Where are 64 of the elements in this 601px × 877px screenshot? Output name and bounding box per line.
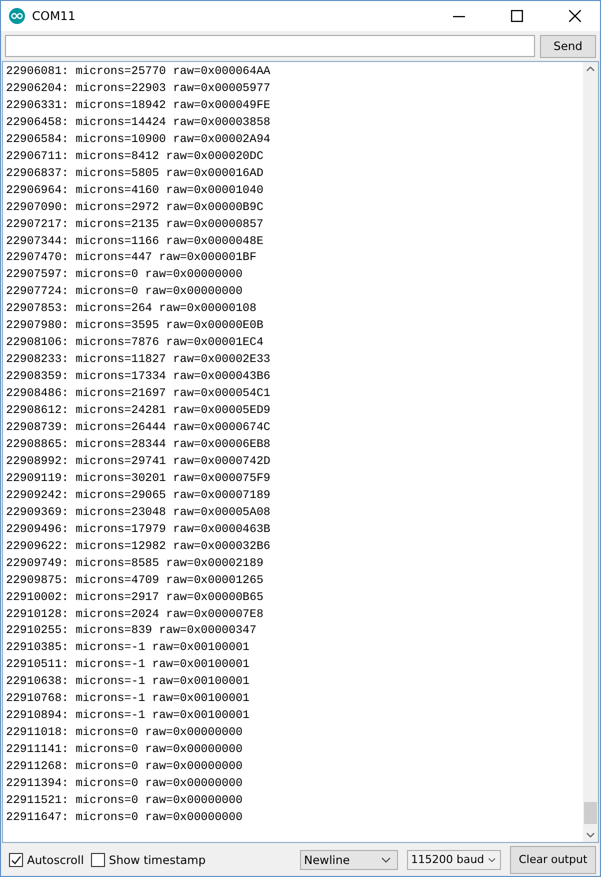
output-line: 22910128: microns=2024 raw=0x000007E8 — [6, 606, 264, 622]
checkbox-label: Autoscroll — [27, 852, 84, 866]
output-line: 22911521: microns=0 raw=0x00000000 — [6, 792, 244, 809]
clear-output-button[interactable]: Clear output — [510, 846, 596, 874]
checkbox[interactable] — [9, 852, 23, 866]
output-line: 22907090: microns=2972 raw=0x00000B9C — [6, 200, 264, 216]
output-line: 22906331: microns=18942 raw=0x000049FE — [6, 98, 272, 114]
output-line: 22906837: microns=5805 raw=0x000016AD — [6, 166, 264, 182]
output-line: 22907853: microns=264 raw=0x00000108 — [6, 301, 258, 318]
output-line: 22909369: microns=23048 raw=0x00005A08 — [6, 504, 272, 521]
checkbox[interactable] — [90, 852, 105, 866]
maximize-icon[interactable] — [511, 10, 523, 22]
output-line: 22908486: microns=21697 raw=0x000054C1 — [6, 386, 272, 402]
output-line: 22909622: microns=12982 raw=0x000032B6 — [6, 538, 272, 555]
output-line: 22906081: microns=25770 raw=0x000064AA — [6, 64, 272, 80]
output-line: 22909875: microns=4709 raw=0x00001265 — [6, 572, 264, 589]
output-line: 22911394: microns=0 raw=0x00000000 — [6, 776, 244, 792]
scroll-thumb[interactable] — [584, 802, 597, 824]
output-line: 22910002: microns=2917 raw=0x00000B65 — [6, 590, 264, 606]
output-line: 22908865: microns=28344 raw=0x00006EB8 — [6, 436, 272, 453]
scroll-down-icon[interactable] — [586, 832, 595, 838]
output-line: 22910511: microns=-1 raw=0x00100001 — [6, 657, 251, 674]
output-line: 22906711: microns=8412 raw=0x000020DC — [6, 148, 264, 165]
output-line: 22911018: microns=0 raw=0x00000000 — [6, 725, 244, 742]
output-line: 22908106: microns=7876 raw=0x00001EC4 — [6, 335, 264, 352]
output-line: 22907344: microns=1166 raw=0x0000048E — [6, 234, 264, 250]
input-field[interactable] — [5, 35, 535, 57]
scrollbar[interactable] — [583, 62, 598, 842]
output-line: 22909119: microns=30201 raw=0x000075F9 — [6, 470, 272, 487]
output-line: 22906458: microns=14424 raw=0x00003858 — [6, 114, 272, 131]
output-line: 22908739: microns=26444 raw=0x0000674C — [6, 420, 272, 436]
output-line: 22906964: microns=4160 raw=0x00001040 — [6, 182, 264, 199]
output-line: 22908233: microns=11827 raw=0x00002E33 — [6, 352, 272, 368]
output-line: 22910385: microns=-1 raw=0x00100001 — [6, 640, 251, 656]
output-line: 22907597: microns=0 raw=0x00000000 — [6, 267, 244, 284]
baud-rate-dropdown[interactable]: 115200 baud — [407, 850, 501, 870]
window-title: COM11 — [32, 9, 76, 23]
output-line: 22911647: microns=0 raw=0x00000000 — [6, 810, 244, 826]
output-line: 22907470: microns=447 raw=0x000001BF — [6, 250, 258, 266]
output-line: 22907217: microns=2135 raw=0x00000857 — [6, 216, 264, 233]
scroll-up-icon[interactable] — [586, 66, 595, 72]
output-line: 22911268: microns=0 raw=0x00000000 — [6, 759, 244, 776]
output-line: 22908612: microns=24281 raw=0x00005ED9 — [6, 403, 272, 420]
output-line: 22910768: microns=-1 raw=0x00100001 — [6, 691, 251, 708]
caret-icon — [381, 856, 391, 862]
output-line: 22910255: microns=839 raw=0x00000347 — [6, 623, 258, 640]
output-line: 22907980: microns=3595 raw=0x00000E0B — [6, 318, 264, 334]
output-line: 22907724: microns=0 raw=0x00000000 — [6, 284, 244, 300]
checkbox-label: Show timestamp — [108, 852, 206, 866]
send-button[interactable]: Send — [540, 34, 596, 58]
output-line: 22909496: microns=17979 raw=0x0000463B — [6, 522, 272, 538]
output-line: 22909749: microns=8585 raw=0x00002189 — [6, 556, 264, 572]
caret-icon — [488, 856, 496, 862]
output-line: 22909242: microns=29065 raw=0x00007189 — [6, 488, 272, 504]
output-line: 22908992: microns=29741 raw=0x0000742D — [6, 454, 272, 470]
close-icon[interactable] — [569, 10, 581, 22]
output-line: 22910638: microns=-1 raw=0x00100001 — [6, 674, 251, 690]
app-logo-icon — [9, 8, 25, 24]
output-line: 22906204: microns=22903 raw=0x00005977 — [6, 80, 272, 97]
output-line: 22911141: microns=0 raw=0x00000000 — [6, 742, 244, 758]
line-ending-dropdown[interactable]: Newline — [300, 850, 398, 870]
output-line: 22906584: microns=10900 raw=0x00002A94 — [6, 132, 272, 148]
output-line: 22910894: microns=-1 raw=0x00100001 — [6, 708, 251, 724]
output-line: 22908359: microns=17334 raw=0x000043B6 — [6, 369, 272, 386]
